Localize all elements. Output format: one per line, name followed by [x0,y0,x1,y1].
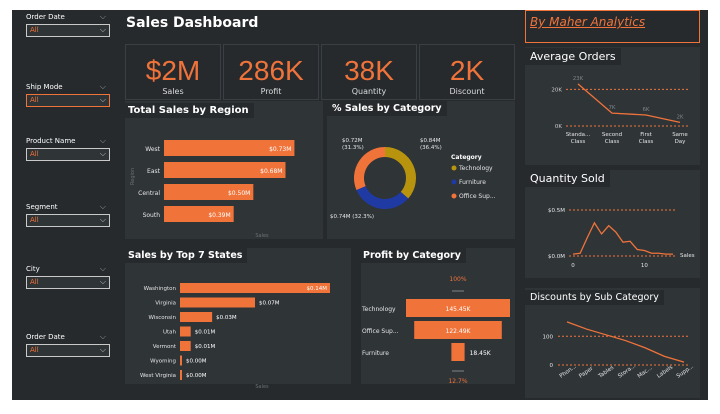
state-bar [180,297,255,308]
category-donut-slice [356,186,409,209]
region-data-label: $0.73M [269,146,291,153]
region-category-label: West [145,146,160,153]
state-data-label: $0.00M [186,359,207,365]
discounts-x-tick: Stora... [617,363,637,379]
profit-data-label: 145.45K [446,306,472,313]
average-orders-x-tick: Day [675,139,687,145]
category-legend-entry: Technology [458,165,493,172]
state-data-label: $0.01M [195,330,216,336]
average-orders-data-label: 7K [608,105,615,111]
state-category-label: Washington [144,286,177,292]
states-chart-title: Sales by Top 7 States [123,248,248,263]
category-slice-label: $0.74M (32.3%) [330,214,374,220]
discounts-x-tick: Mac... [637,365,654,379]
profit-category-label: Furniture [362,350,389,357]
average-orders-x-tick: Class [605,139,620,145]
category-slice-label: (31.3%) [342,145,364,151]
category-legend-entry: Furniture [459,179,486,186]
average-orders-title: Average Orders [525,48,621,65]
region-x-axis-label: Sales [255,233,269,239]
category-legend-marker [451,179,457,185]
average-orders-x-tick: Standa... [566,132,591,138]
discounts-x-tick: Tables [597,365,615,380]
state-data-label: $0.07M [259,301,280,307]
states-x-axis-label: Sales [255,384,269,390]
category-slice-label: $0.72M [342,138,363,144]
dashboard-canvas: Sales Dashboard By Maher Analytics Order… [12,10,708,400]
discounts-x-tick: Phon... [559,364,578,380]
category-legend-title: Category [451,154,482,161]
state-category-label: Virginia [155,301,176,307]
category-legend-marker [451,165,457,171]
average-orders-data-label: 23K [573,76,584,82]
quantity-sold-y-tick: $0.0M [548,254,565,260]
region-category-label: South [143,212,161,219]
region-category-label: East [147,168,161,175]
quantity-sold-title: Quantity Sold [525,170,610,187]
profit-funnel-top-label: 100% [449,276,466,283]
state-bar [180,341,191,351]
region-category-label: Central [138,190,160,197]
state-bar [180,370,182,380]
state-category-label: Utah [163,330,177,336]
discounts-y-tick: 100 [543,334,554,340]
discounts-y-tick: 0 [550,363,554,369]
profit-funnel-bar [451,343,465,361]
quantity-sold-x-axis-label: Sales [680,253,695,259]
region-data-label: $0.39M [208,212,230,219]
quantity-sold-x-tick: 0 [571,263,575,269]
state-category-label: Wyoming [150,359,176,365]
category-slice-label: (36.4%) [420,145,442,151]
profit-category-label: Technology [361,306,396,313]
average-orders-x-tick: Second [602,132,622,138]
profit-chart-title: Profit by Category [358,248,466,263]
state-category-label: Wisconsin [149,315,177,321]
category-slice-label: $0.84M [420,138,441,144]
average-orders-y-tick: 0K [555,124,562,130]
category-chart-title: % Sales by Category [327,101,447,116]
profit-funnel-bottom-label: 12.7% [448,378,467,385]
category-donut-slice [385,147,416,199]
discounts-line [566,321,685,363]
average-orders-y-tick: 20K [551,87,562,93]
state-data-label: $0.00M [186,373,207,379]
discounts-x-tick: Paper [578,365,595,379]
category-donut-slice [354,147,385,190]
state-bar [180,326,191,337]
average-orders-x-tick: Class [571,139,586,145]
region-chart-title: Total Sales by Region [123,103,254,118]
average-orders-x-tick: Same [672,132,688,138]
region-data-label: $0.68M [260,168,282,175]
region-data-label: $0.50M [228,190,250,197]
discounts-x-tick: Supp... [676,364,695,380]
discounts-x-tick: Labels [656,364,674,379]
profit-category-label: Office Sup... [362,328,399,335]
charts-layer: West $0.73M East $0.68M Central $0.50M South $0… [130,76,695,390]
average-orders-data-label: 6K [642,107,649,113]
profit-data-label: 122.49K [446,328,472,335]
category-legend-entry: Office Sup... [459,193,496,200]
average-orders-data-label: 2K [676,114,683,120]
average-orders-line [577,83,681,123]
quantity-sold-y-tick: $0.5M [548,208,565,214]
state-data-label: $0.03M [216,315,237,321]
average-orders-x-tick: Class [639,139,654,145]
quantity-sold-line [572,221,673,255]
state-data-label: $0.01M [195,344,216,350]
state-category-label: West Virginia [140,373,176,379]
state-bar [180,312,213,322]
quantity-sold-x-tick: 10 [641,263,648,269]
state-category-label: Vermont [153,344,177,350]
profit-data-label: 18.45K [470,350,492,357]
state-data-label: $0.14M [307,286,328,292]
category-legend-marker [451,193,457,199]
state-bar [180,355,182,366]
report-page: Sales Dashboard By Maher Analytics Order… [0,0,720,414]
region-y-axis-label: Region [130,168,136,185]
discounts-title: Discounts by Sub Category [525,290,664,305]
average-orders-x-tick: First [640,132,652,138]
